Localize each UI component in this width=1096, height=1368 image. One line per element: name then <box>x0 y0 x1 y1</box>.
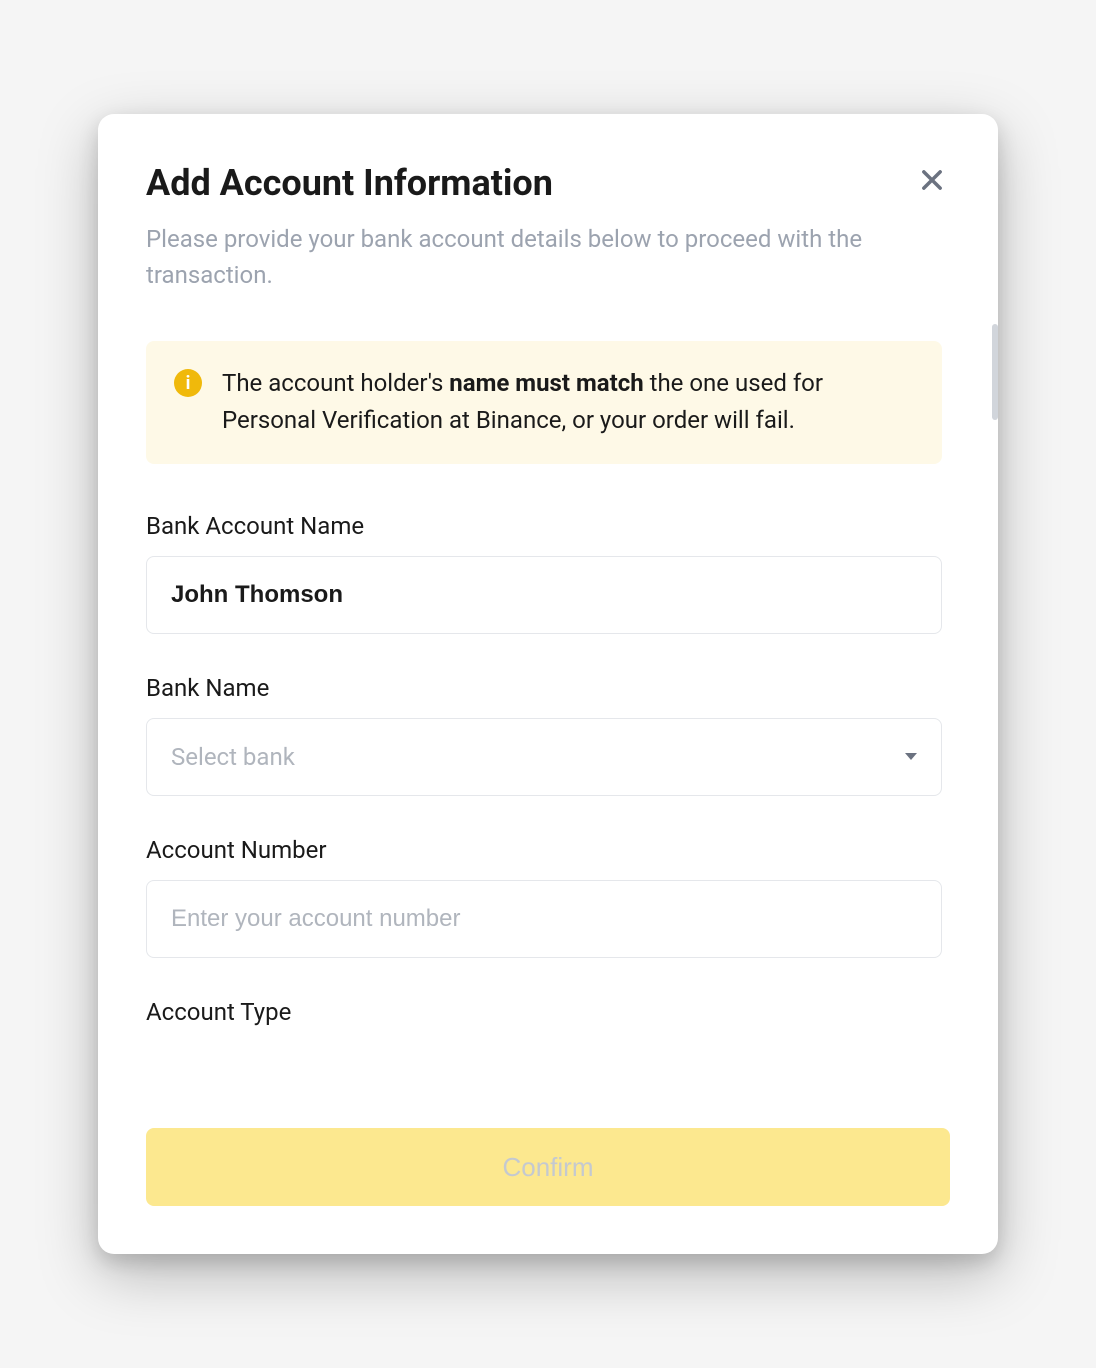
alert-text: The account holder's name must match the… <box>222 365 914 439</box>
close-button[interactable] <box>914 162 950 198</box>
account-type-label: Account Type <box>146 998 942 1026</box>
bank-name-group: Bank Name Select bank <box>146 674 942 796</box>
bank-account-name-label: Bank Account Name <box>146 512 942 540</box>
account-number-input[interactable] <box>146 880 942 958</box>
bank-account-name-input[interactable] <box>146 556 942 634</box>
modal-subtitle: Please provide your bank account details… <box>146 221 950 293</box>
add-account-modal: Add Account Information Please provide y… <box>98 114 998 1254</box>
bank-name-select[interactable]: Select bank <box>146 718 942 796</box>
name-match-alert: i The account holder's name must match t… <box>146 341 942 463</box>
bank-name-placeholder: Select bank <box>171 743 295 771</box>
confirm-button[interactable]: Confirm <box>146 1128 950 1206</box>
modal-footer: Confirm <box>146 1104 950 1206</box>
close-icon <box>918 166 946 194</box>
info-icon: i <box>174 369 202 397</box>
account-type-group: Account Type <box>146 998 942 1026</box>
modal-title: Add Account Information <box>146 162 553 205</box>
chevron-down-icon <box>905 753 917 760</box>
account-number-group: Account Number <box>146 836 942 958</box>
bank-account-name-group: Bank Account Name <box>146 512 942 634</box>
account-number-label: Account Number <box>146 836 942 864</box>
bank-name-label: Bank Name <box>146 674 942 702</box>
form-scroll-area[interactable]: i The account holder's name must match t… <box>146 341 950 1104</box>
scrollbar-thumb[interactable] <box>992 324 998 420</box>
modal-header: Add Account Information <box>146 162 950 205</box>
